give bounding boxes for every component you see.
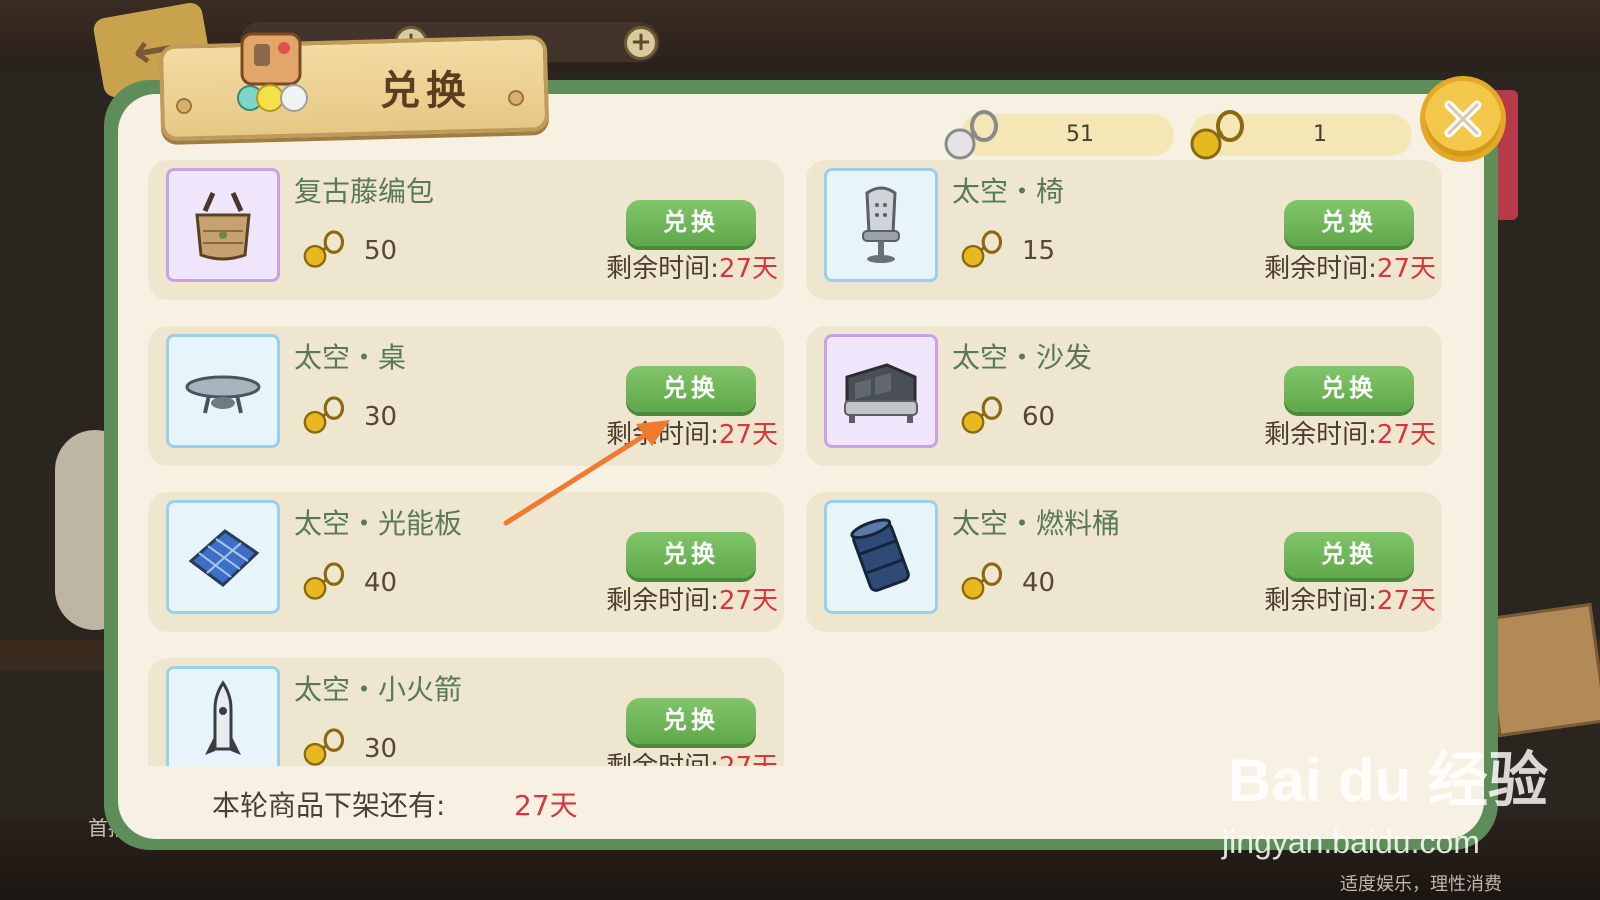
solar-panel-icon <box>188 529 260 587</box>
space-chair-icon <box>862 186 900 263</box>
gold-key-icon <box>303 230 345 268</box>
round-end-days: 27天 <box>514 789 578 822</box>
close-icon <box>1444 100 1482 138</box>
remaining-time-value: 27天 <box>719 752 778 766</box>
exchange-button[interactable]: 兑换 <box>1284 200 1414 246</box>
remaining-time-value: 27天 <box>1376 586 1436 616</box>
item-name: 太空・小火箭 <box>294 673 463 706</box>
item-name: 太空・光能板 <box>294 507 463 540</box>
remaining-time: 剩余时间:27天 <box>606 746 778 766</box>
exchange-button[interactable]: 兑换 <box>626 200 756 246</box>
background-crate <box>1482 602 1600 738</box>
item-price: 40 <box>364 568 398 598</box>
item-card: 复古藤编包 50 兑换 剩余时间:27天 <box>148 160 784 300</box>
remaining-time-label: 剩余时间: <box>606 752 719 766</box>
item-thumbnail[interactable] <box>166 334 280 448</box>
remaining-time: 剩余时间:27天 <box>606 414 778 451</box>
gold-key-icon <box>303 396 345 434</box>
remaining-time-label: 剩余时间: <box>606 254 719 284</box>
small-rocket-icon <box>205 680 241 755</box>
item-card: 太空・光能板 40 兑换 剩余时间:27天 <box>148 492 784 632</box>
gold-key-icon <box>961 396 1003 434</box>
gold-key-count: 1 <box>1313 122 1327 147</box>
remaining-time-label: 剩余时间: <box>606 586 719 616</box>
item-thumbnail[interactable] <box>824 500 938 614</box>
exchange-machine-icon <box>237 32 308 112</box>
remaining-time-label: 剩余时间: <box>1264 254 1377 284</box>
title-board <box>158 34 550 142</box>
item-thumbnail[interactable] <box>166 168 280 282</box>
add-gem-plus-icon[interactable]: + <box>624 26 658 60</box>
item-card: 太空・沙发 60 兑换 剩余时间:27天 <box>806 326 1442 466</box>
remaining-time: 剩余时间:27天 <box>1264 248 1436 285</box>
remaining-time-value: 27天 <box>718 420 778 450</box>
remaining-time-value: 27天 <box>718 586 778 616</box>
remaining-time-value: 27天 <box>1376 420 1436 450</box>
item-thumbnail[interactable] <box>824 168 938 282</box>
item-price: 30 <box>364 402 398 432</box>
nail-icon <box>508 90 524 106</box>
item-card: 太空・桌 30 兑换 剩余时间:27天 <box>148 326 784 466</box>
item-card: 太空・椅 15 兑换 剩余时间:27天 <box>806 160 1442 300</box>
item-name: 太空・椅 <box>952 175 1065 208</box>
item-price: 40 <box>1022 568 1056 598</box>
item-list[interactable]: 复古藤编包 50 兑换 剩余时间:27天 太空・椅 15 兑换 剩余时间:27天… <box>140 160 1470 766</box>
remaining-time: 剩余时间:27天 <box>1264 580 1436 617</box>
watermark-logo: Bai du 经验 <box>1228 747 1549 814</box>
item-price: 60 <box>1022 402 1056 432</box>
remaining-time-label: 剩余时间: <box>1264 420 1377 450</box>
item-price: 50 <box>364 236 398 266</box>
item-thumbnail[interactable] <box>166 666 280 766</box>
item-name: 太空・桌 <box>294 341 407 374</box>
page-title: 兑换 <box>380 68 472 114</box>
item-name: 复古藤编包 <box>294 175 435 208</box>
item-card: 太空・小火箭 30 兑换 剩余时间:27天 <box>148 658 784 766</box>
gold-key-icon <box>961 562 1003 600</box>
remaining-time: 剩余时间:27天 <box>606 580 778 617</box>
gold-key-icon <box>961 230 1003 268</box>
fuel-barrel-icon <box>850 518 910 592</box>
exchange-button[interactable]: 兑换 <box>1284 532 1414 578</box>
exchange-button[interactable]: 兑换 <box>1284 366 1414 412</box>
gold-key-icon <box>303 728 345 766</box>
item-thumbnail[interactable] <box>824 334 938 448</box>
round-end-label: 本轮商品下架还有: <box>212 789 446 822</box>
close-button[interactable] <box>1420 76 1506 162</box>
gold-key-icon <box>303 562 345 600</box>
exchange-button[interactable]: 兑换 <box>626 698 756 744</box>
exchange-button[interactable]: 兑换 <box>626 532 756 578</box>
space-table-icon <box>185 375 261 414</box>
item-name: 太空・燃料桶 <box>952 507 1121 540</box>
remaining-time-value: 27天 <box>718 254 778 284</box>
remaining-time: 剩余时间:27天 <box>606 248 778 285</box>
rattan-bag-icon <box>195 191 251 261</box>
exchange-button[interactable]: 兑换 <box>626 366 756 412</box>
silver-key-icon <box>944 110 998 160</box>
item-name: 太空・沙发 <box>952 341 1093 374</box>
bottom-slogan: 适度娱乐，理性消费 <box>1340 874 1502 895</box>
remaining-time: 剩余时间:27天 <box>1264 414 1436 451</box>
nail-icon <box>176 98 192 114</box>
item-price: 15 <box>1022 236 1056 266</box>
gold-key-icon <box>1190 110 1244 160</box>
item-thumbnail[interactable] <box>166 500 280 614</box>
silver-key-count: 51 <box>1066 122 1094 147</box>
space-sofa-icon <box>844 363 918 423</box>
remaining-time-value: 27天 <box>1376 254 1436 284</box>
remaining-time-label: 剩余时间: <box>606 420 719 450</box>
watermark-url: jingyan.baidu.com <box>1222 824 1480 860</box>
item-price: 30 <box>364 734 398 764</box>
item-card: 太空・燃料桶 40 兑换 剩余时间:27天 <box>806 492 1442 632</box>
remaining-time-label: 剩余时间: <box>1264 586 1377 616</box>
